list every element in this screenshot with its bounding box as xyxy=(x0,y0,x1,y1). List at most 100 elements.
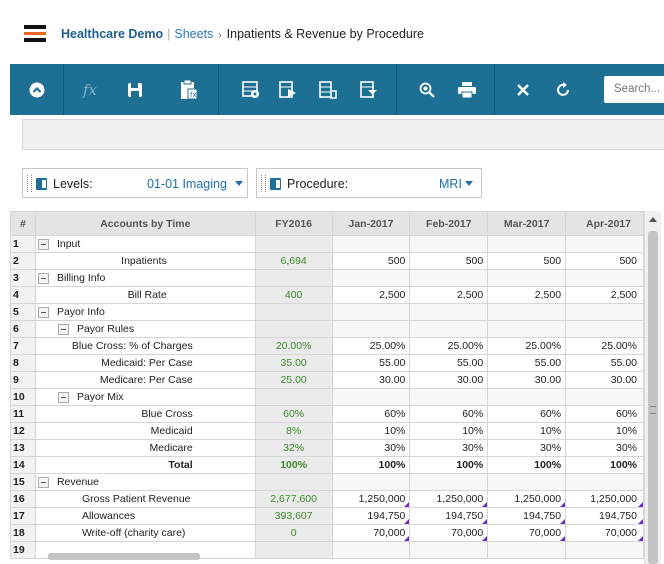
month-cell[interactable] xyxy=(409,303,489,321)
month-cell[interactable]: 70,000 xyxy=(487,524,567,542)
column-header[interactable]: Mar-2017 xyxy=(487,211,567,236)
month-cell[interactable] xyxy=(409,235,489,253)
account-cell[interactable]: Write-off (charity care) xyxy=(34,524,256,542)
month-cell[interactable]: 70,000 xyxy=(331,524,411,542)
forward-grid-icon[interactable] xyxy=(275,64,301,115)
month-cell[interactable] xyxy=(409,473,489,491)
fy-cell[interactable]: 25.00 xyxy=(254,371,333,389)
account-cell[interactable]: Blue Cross: % of Charges xyxy=(34,337,256,355)
month-cell[interactable]: 100% xyxy=(487,456,567,474)
print-icon[interactable] xyxy=(454,64,480,115)
month-cell[interactable]: 30.00 xyxy=(409,371,489,389)
month-cell[interactable]: 60% xyxy=(331,405,411,423)
month-cell[interactable]: 500 xyxy=(331,252,411,270)
month-cell[interactable] xyxy=(409,320,489,338)
horizontal-scroll-thumb[interactable] xyxy=(48,553,200,560)
close-icon[interactable] xyxy=(510,64,536,115)
menu-icon[interactable] xyxy=(24,25,46,43)
account-cell[interactable]: Input xyxy=(34,235,256,253)
month-cell[interactable] xyxy=(487,388,567,406)
month-cell[interactable]: 10% xyxy=(331,422,411,440)
month-cell[interactable]: 70,000 xyxy=(409,524,489,542)
month-cell[interactable]: 25.00% xyxy=(487,337,567,355)
account-cell[interactable]: Gross Patient Revenue xyxy=(34,490,256,508)
scroll-up-icon[interactable] xyxy=(649,217,657,222)
month-cell[interactable]: 500 xyxy=(565,252,644,270)
column-header[interactable]: Accounts by Time xyxy=(34,211,256,236)
collapse-toggle-icon[interactable] xyxy=(37,272,49,284)
month-cell[interactable]: 55.00 xyxy=(331,354,411,372)
fy-cell[interactable]: 2,677,600 xyxy=(254,490,333,508)
procedure-value[interactable]: MRI xyxy=(439,177,462,191)
fy-cell[interactable]: 32% xyxy=(254,439,333,457)
fy-cell[interactable] xyxy=(254,269,333,287)
month-cell[interactable] xyxy=(487,303,567,321)
column-header[interactable]: Jan-2017 xyxy=(331,211,411,236)
month-cell[interactable] xyxy=(565,541,644,559)
month-cell[interactable] xyxy=(487,235,567,253)
month-cell[interactable]: 30.00 xyxy=(565,371,644,389)
month-cell[interactable]: 30% xyxy=(565,439,644,457)
account-cell[interactable]: Medicare: Per Case xyxy=(34,371,256,389)
chevron-down-icon[interactable] xyxy=(465,181,473,186)
month-cell[interactable]: 30% xyxy=(487,439,567,457)
column-header[interactable]: Apr-2017 xyxy=(565,211,644,236)
month-cell[interactable]: 100% xyxy=(331,456,411,474)
month-cell[interactable]: 55.00 xyxy=(409,354,489,372)
refresh-icon[interactable] xyxy=(550,64,576,115)
month-cell[interactable]: 2,500 xyxy=(409,286,489,304)
account-cell[interactable]: Billing Info xyxy=(34,269,256,287)
account-cell[interactable]: Inpatients xyxy=(34,252,256,270)
month-cell[interactable]: 55.00 xyxy=(565,354,644,372)
month-cell[interactable]: 1,250,000 xyxy=(331,490,411,508)
chevron-down-icon[interactable] xyxy=(235,181,243,186)
account-cell[interactable]: Bill Rate xyxy=(34,286,256,304)
levels-selector[interactable]: Levels: 01-01 Imaging xyxy=(22,168,248,198)
month-cell[interactable]: 30% xyxy=(409,439,489,457)
month-cell[interactable] xyxy=(409,269,489,287)
month-cell[interactable] xyxy=(487,473,567,491)
sheets-link[interactable]: Sheets xyxy=(174,27,213,41)
month-cell[interactable] xyxy=(565,235,644,253)
month-cell[interactable]: 30.00 xyxy=(331,371,411,389)
collapse-toggle-icon[interactable] xyxy=(37,238,49,250)
month-cell[interactable]: 194,750 xyxy=(487,507,567,525)
month-cell[interactable] xyxy=(565,303,644,321)
fy-cell[interactable] xyxy=(254,320,333,338)
month-cell[interactable]: 1,250,000 xyxy=(565,490,644,508)
month-cell[interactable]: 70,000 xyxy=(565,524,644,542)
fy-cell[interactable]: 393,607 xyxy=(254,507,333,525)
month-cell[interactable]: 2,500 xyxy=(487,286,567,304)
fy-cell[interactable] xyxy=(254,541,333,559)
month-cell[interactable]: 55.00 xyxy=(487,354,567,372)
formula-bar[interactable] xyxy=(22,119,664,150)
collapse-toggle-icon[interactable] xyxy=(37,476,49,488)
month-cell[interactable]: 60% xyxy=(565,405,644,423)
month-cell[interactable]: 1,250,000 xyxy=(409,490,489,508)
levels-value[interactable]: 01-01 Imaging xyxy=(147,177,227,191)
clipboard-icon[interactable]: fx xyxy=(176,64,202,115)
month-cell[interactable]: 100% xyxy=(565,456,644,474)
month-cell[interactable] xyxy=(331,388,411,406)
fy-cell[interactable] xyxy=(254,388,333,406)
month-cell[interactable]: 194,750 xyxy=(409,507,489,525)
month-cell[interactable]: 1,250,000 xyxy=(487,490,567,508)
account-cell[interactable]: Payor Rules xyxy=(34,320,256,338)
vertical-scrollbar[interactable] xyxy=(644,211,661,564)
fy-cell[interactable]: 400 xyxy=(254,286,333,304)
app-name-link[interactable]: Healthcare Demo xyxy=(61,27,163,41)
settings-grid-icon[interactable] xyxy=(238,64,264,115)
month-cell[interactable] xyxy=(565,269,644,287)
month-cell[interactable]: 500 xyxy=(409,252,489,270)
month-cell[interactable] xyxy=(487,320,567,338)
month-cell[interactable]: 25.00% xyxy=(565,337,644,355)
month-cell[interactable]: 10% xyxy=(487,422,567,440)
account-cell[interactable]: Blue Cross xyxy=(34,405,256,423)
column-header[interactable]: FY2016 xyxy=(254,211,333,236)
drag-handle-icon[interactable] xyxy=(261,175,266,192)
fy-cell[interactable]: 0 xyxy=(254,524,333,542)
month-cell[interactable] xyxy=(331,320,411,338)
collapse-toggle-icon[interactable] xyxy=(57,323,69,335)
fy-cell[interactable] xyxy=(254,235,333,253)
month-cell[interactable] xyxy=(409,541,489,559)
